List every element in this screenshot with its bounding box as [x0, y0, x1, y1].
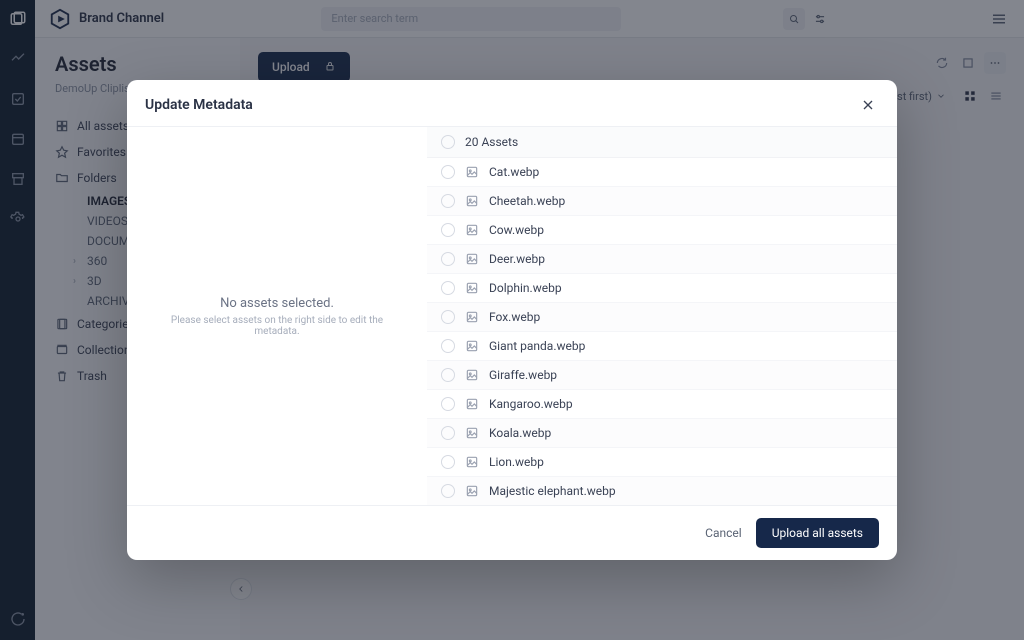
close-icon [860, 97, 876, 113]
asset-filename: Deer.webp [489, 252, 545, 266]
asset-count-label: 20 Assets [465, 135, 518, 149]
asset-filename: Kangaroo.webp [489, 397, 573, 411]
image-file-icon [465, 484, 479, 498]
asset-row[interactable]: Giant panda.webp [427, 332, 897, 361]
image-file-icon [465, 310, 479, 324]
asset-filename: Lion.webp [489, 455, 544, 469]
modal-footer: Cancel Upload all assets [127, 506, 897, 560]
empty-subtitle: Please select assets on the right side t… [155, 315, 399, 337]
select-all-radio[interactable] [441, 135, 455, 149]
asset-row[interactable]: Giraffe.webp [427, 361, 897, 390]
cancel-button[interactable]: Cancel [705, 526, 742, 540]
asset-radio[interactable] [441, 223, 455, 237]
asset-filename: Majestic elephant.webp [489, 484, 616, 498]
asset-row[interactable]: Koala.webp [427, 419, 897, 448]
asset-row[interactable]: Cow.webp [427, 216, 897, 245]
empty-title: No assets selected. [220, 296, 334, 311]
asset-radio[interactable] [441, 368, 455, 382]
asset-filename: Koala.webp [489, 426, 551, 440]
image-file-icon [465, 252, 479, 266]
asset-radio[interactable] [441, 165, 455, 179]
asset-row[interactable]: Cat.webp [427, 158, 897, 187]
asset-filename: Cat.webp [489, 165, 539, 179]
image-file-icon [465, 426, 479, 440]
modal-overlay: Update Metadata No assets selected. Plea… [0, 0, 1024, 640]
asset-radio[interactable] [441, 397, 455, 411]
asset-row[interactable]: Cheetah.webp [427, 187, 897, 216]
asset-row[interactable]: Deer.webp [427, 245, 897, 274]
modal-body: No assets selected. Please select assets… [127, 126, 897, 506]
asset-list-header[interactable]: 20 Assets [427, 127, 897, 158]
asset-row[interactable]: Lion.webp [427, 448, 897, 477]
upload-all-button[interactable]: Upload all assets [756, 518, 879, 548]
image-file-icon [465, 339, 479, 353]
image-file-icon [465, 368, 479, 382]
asset-list[interactable]: 20 Assets Cat.webp Cheetah.webp Cow.webp De… [427, 127, 897, 505]
asset-row[interactable]: Dolphin.webp [427, 274, 897, 303]
asset-filename: Cheetah.webp [489, 194, 565, 208]
close-button[interactable] [857, 94, 879, 116]
asset-filename: Cow.webp [489, 223, 544, 237]
asset-radio[interactable] [441, 194, 455, 208]
asset-row[interactable]: Fox.webp [427, 303, 897, 332]
asset-radio[interactable] [441, 281, 455, 295]
image-file-icon [465, 165, 479, 179]
image-file-icon [465, 455, 479, 469]
asset-row[interactable]: Kangaroo.webp [427, 390, 897, 419]
image-file-icon [465, 194, 479, 208]
asset-radio[interactable] [441, 339, 455, 353]
asset-radio[interactable] [441, 426, 455, 440]
asset-radio[interactable] [441, 310, 455, 324]
asset-filename: Giant panda.webp [489, 339, 585, 353]
asset-row[interactable]: Majestic elephant.webp [427, 477, 897, 505]
modal-title: Update Metadata [145, 97, 253, 113]
image-file-icon [465, 223, 479, 237]
asset-radio[interactable] [441, 252, 455, 266]
image-file-icon [465, 281, 479, 295]
image-file-icon [465, 397, 479, 411]
modal-header: Update Metadata [127, 80, 897, 126]
asset-filename: Dolphin.webp [489, 281, 562, 295]
asset-radio[interactable] [441, 455, 455, 469]
update-metadata-modal: Update Metadata No assets selected. Plea… [127, 80, 897, 560]
asset-filename: Fox.webp [489, 310, 540, 324]
asset-radio[interactable] [441, 484, 455, 498]
modal-empty-state: No assets selected. Please select assets… [127, 127, 427, 505]
asset-filename: Giraffe.webp [489, 368, 557, 382]
